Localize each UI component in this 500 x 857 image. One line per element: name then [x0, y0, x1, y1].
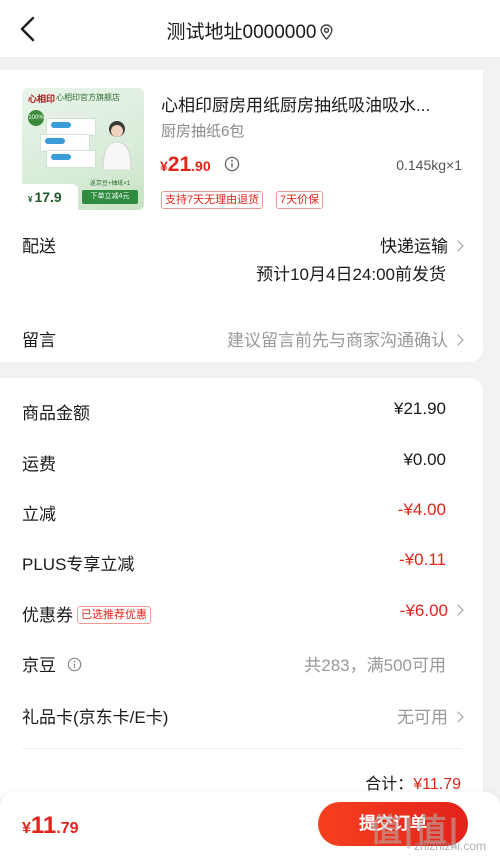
price-integer: 21	[167, 153, 192, 176]
image-price: 17.9	[34, 189, 62, 205]
image-badge: 100%	[28, 110, 44, 126]
bottom-price-integer: 11	[30, 812, 57, 839]
price-currency: ¥	[160, 158, 168, 174]
coupon-value-text: -¥6.00	[399, 601, 448, 620]
chevron-right-icon	[452, 334, 464, 346]
image-promo-top: 返京豆+抽纸×1	[89, 181, 131, 187]
goods-amount-label: 商品金额	[22, 404, 90, 423]
shipping-label: 运费	[22, 455, 56, 474]
bottom-price-currency: ¥	[22, 820, 31, 837]
delivery-method-text: 快递运输	[380, 237, 448, 256]
discount-value: -¥4.00	[397, 500, 446, 519]
jingdou-info-icon[interactable]	[67, 657, 82, 672]
location-pin-icon	[320, 24, 333, 40]
price-info-icon[interactable]	[224, 156, 240, 172]
message-field[interactable]: 建议留言前先与商家沟通确认	[227, 326, 464, 351]
jingdou-label: 京豆	[22, 651, 82, 676]
chevron-right-icon	[452, 604, 464, 616]
model-figure-icon	[102, 121, 132, 170]
tissue-box-graphic	[46, 150, 96, 168]
product-price: ¥21.90	[160, 153, 211, 177]
product-card: 心相印 心相印官方旗舰店 100% ¥17.9 返京豆+抽纸×1 下单立减4元 …	[0, 70, 483, 362]
product-quantity: 0.145kg×1	[396, 157, 462, 173]
bottom-total-price: ¥11.79	[22, 812, 79, 840]
giftcard-label: 礼品卡(京东卡/E卡)	[22, 708, 169, 727]
jingdou-value: 共283，满500可用	[304, 656, 446, 675]
shipping-value: ¥0.00	[403, 450, 446, 469]
message-placeholder: 建议留言前先与商家沟通确认	[227, 331, 448, 350]
delivery-eta: 预计10月4日24:00前发货	[256, 265, 446, 284]
price-decimal: .90	[191, 158, 211, 174]
address-text: 测试地址0000000	[166, 22, 317, 43]
product-title[interactable]: 心相印厨房用纸厨房抽纸吸油吸水...	[161, 91, 466, 116]
watermark: 值|值|值 zhizhizhi.com	[370, 805, 490, 853]
coupon-recommend-tag: 已选推荐优惠	[77, 606, 151, 624]
total-peek-label: 合计：	[365, 776, 414, 793]
address-title[interactable]: 测试地址0000000	[0, 17, 500, 44]
discount-label: 立减	[22, 505, 56, 524]
giftcard-value-text: 无可用	[397, 708, 448, 727]
image-brand: 心相印	[28, 94, 56, 104]
image-promo: 下单立减4元	[82, 190, 138, 204]
watermark-url: zhizhizhi.com	[413, 839, 486, 853]
price-protect-tag: 7天价保	[276, 191, 324, 209]
header: 测试地址0000000	[0, 0, 500, 58]
image-price-tag: ¥17.9	[22, 184, 78, 210]
chevron-right-icon	[452, 240, 464, 252]
coupon-label: 优惠券 已选推荐优惠	[22, 601, 151, 626]
divider	[22, 748, 462, 749]
plus-discount-value: -¥0.11	[399, 550, 446, 569]
giftcard-value[interactable]: 无可用	[397, 703, 464, 728]
coupon-label-text: 优惠券	[22, 606, 73, 625]
goods-amount-value: ¥21.90	[394, 399, 446, 418]
delivery-method[interactable]: 快递运输	[380, 232, 464, 257]
product-spec: 厨房抽纸6包	[161, 123, 245, 140]
chevron-right-icon	[452, 711, 464, 723]
price-summary-card: 商品金额 ¥21.90 运费 ¥0.00 立减 -¥4.00 PLUS专享立减 …	[0, 378, 483, 798]
total-peek-value: ¥11.79	[413, 776, 461, 793]
bottom-price-decimal: .79	[56, 820, 79, 837]
image-price-prefix: ¥	[28, 195, 33, 204]
coupon-value[interactable]: -¥6.00	[399, 601, 464, 621]
message-label: 留言	[22, 331, 56, 350]
return-policy-tag: 支持7天无理由退货	[161, 191, 264, 209]
image-brand-sub: 心相印官方旗舰店	[56, 93, 120, 102]
jingdou-label-text: 京豆	[22, 656, 56, 675]
plus-discount-label: PLUS专享立减	[22, 555, 135, 574]
bottom-bar: ¥11.79 提交订单 值|值|值 zhizhizhi.com	[0, 792, 500, 857]
delivery-label: 配送	[22, 237, 56, 256]
product-image[interactable]: 心相印 心相印官方旗舰店 100% ¥17.9 返京豆+抽纸×1 下单立减4元	[22, 88, 144, 210]
total-peek: 合计：¥11.79	[365, 770, 461, 794]
